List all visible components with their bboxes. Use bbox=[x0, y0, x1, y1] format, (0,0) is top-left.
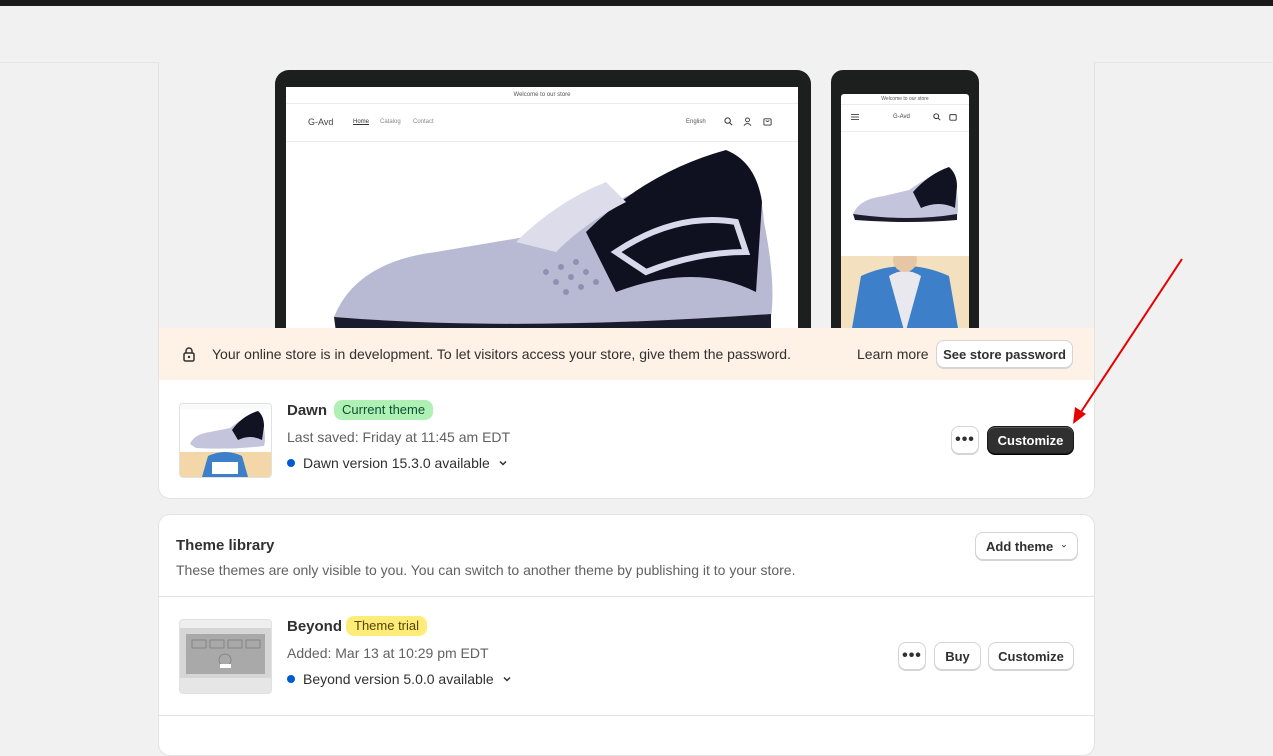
dawn-version-text: Dawn version 15.3.0 available bbox=[303, 455, 490, 471]
theme-trial-badge: Theme trial bbox=[346, 616, 428, 636]
beyond-theme-thumbnail bbox=[179, 619, 272, 694]
store-nav-home: Home bbox=[353, 119, 370, 125]
beyond-version-text: Beyond version 5.0.0 available bbox=[303, 671, 494, 687]
store-header: G-Avd Home Catalog Contact English bbox=[286, 104, 798, 142]
store-logo: G-Avd bbox=[308, 117, 334, 127]
mobile-lifestyle-image bbox=[841, 256, 969, 328]
info-dot-icon bbox=[287, 459, 295, 467]
store-nav-catalog: Catalog bbox=[380, 119, 401, 125]
buy-theme-button[interactable]: Buy bbox=[934, 642, 981, 670]
store-nav-contact: Contact bbox=[413, 119, 434, 125]
announcement-bar: Welcome to our store bbox=[286, 87, 798, 104]
mobile-lifestyle-graphic bbox=[841, 256, 969, 328]
beyond-added-text: Added: Mar 13 at 10:29 pm EDT bbox=[287, 645, 489, 661]
current-theme-card: Welcome to our store G-Avd Home Catalog … bbox=[158, 62, 1095, 499]
banner-message: Your online store is in development. To … bbox=[212, 346, 791, 362]
theme-library-title: Theme library bbox=[176, 537, 275, 554]
info-dot-icon bbox=[287, 675, 295, 683]
hero-shoe-image bbox=[334, 150, 773, 328]
account-icon bbox=[743, 117, 752, 126]
beyond-version-dropdown[interactable]: Beyond version 5.0.0 available bbox=[287, 671, 512, 687]
chevron-down-icon bbox=[1062, 544, 1067, 548]
current-theme-more-actions-button[interactable]: ••• bbox=[951, 426, 979, 454]
library-row-divider bbox=[159, 715, 1094, 716]
mobile-store-header: G-Avd bbox=[841, 105, 969, 132]
desktop-preview-screen: Welcome to our store G-Avd Home Catalog … bbox=[286, 87, 798, 328]
theme-preview[interactable]: Welcome to our store G-Avd Home Catalog … bbox=[159, 62, 1094, 328]
dawn-version-dropdown[interactable]: Dawn version 15.3.0 available bbox=[287, 455, 508, 471]
last-saved-text: Last saved: Friday at 11:45 am EDT bbox=[287, 429, 511, 445]
beyond-more-actions-button[interactable]: ••• bbox=[898, 642, 926, 670]
mobile-hero-shoe-image bbox=[853, 167, 958, 222]
chevron-down-icon bbox=[503, 676, 511, 682]
dawn-thumbnail-image bbox=[180, 404, 271, 477]
current-theme-badge: Current theme bbox=[334, 400, 434, 420]
lock-icon bbox=[183, 347, 195, 362]
beyond-theme-name: Beyond bbox=[287, 618, 343, 635]
mobile-announcement-bar: Welcome to our store bbox=[841, 94, 969, 105]
add-theme-label: Add theme bbox=[986, 538, 1054, 554]
mobile-preview: Welcome to our store G-Avd bbox=[831, 70, 979, 328]
cart-icon bbox=[949, 114, 957, 121]
desktop-preview: Welcome to our store G-Avd Home Catalog … bbox=[275, 70, 811, 328]
cart-icon bbox=[763, 118, 772, 126]
library-divider bbox=[159, 596, 1094, 597]
search-icon bbox=[933, 113, 941, 121]
add-theme-button[interactable]: Add theme bbox=[975, 532, 1078, 560]
search-icon bbox=[724, 117, 733, 126]
mobile-store-logo: G-Avd bbox=[893, 114, 910, 120]
learn-more-link[interactable]: Learn more bbox=[857, 346, 929, 362]
page-header bbox=[0, 6, 1273, 63]
theme-library-subtitle: These themes are only visible to you. Yo… bbox=[176, 562, 796, 578]
beyond-customize-button[interactable]: Customize bbox=[988, 642, 1074, 670]
current-theme-name: Dawn bbox=[287, 402, 328, 419]
menu-icon bbox=[851, 114, 859, 120]
chevron-down-icon bbox=[499, 460, 507, 466]
beyond-thumbnail-image bbox=[180, 620, 271, 693]
mobile-preview-screen: Welcome to our store G-Avd bbox=[841, 94, 969, 328]
development-banner: Your online store is in development. To … bbox=[159, 328, 1094, 380]
theme-library-card: Theme library These themes are only visi… bbox=[158, 514, 1095, 756]
customize-button[interactable]: Customize bbox=[987, 426, 1074, 454]
store-language: English bbox=[686, 119, 706, 125]
dawn-theme-thumbnail bbox=[179, 403, 272, 478]
see-store-password-button[interactable]: See store password bbox=[936, 340, 1073, 368]
